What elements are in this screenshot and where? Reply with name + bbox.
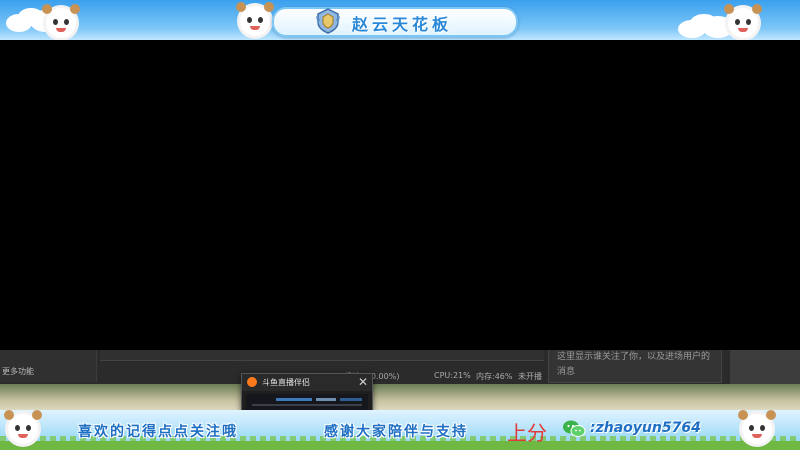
follow-notice-text: 这里显示谁关注了你，以及进场用户的消息 — [557, 352, 711, 377]
desktop-app-strip: 更多功能 这里显示谁关注了你，以及进场用户的消息 丢帧:0(0.00%) CPU… — [0, 350, 800, 412]
stream-preview-black — [0, 40, 800, 350]
stream-title-pill: 赵云天花板 — [272, 7, 518, 37]
left-panel: 更多功能 — [0, 350, 97, 382]
cpu-stat: CPU:21% — [434, 371, 471, 380]
stream-state-stat: 未开播 — [518, 372, 542, 381]
center-panel — [100, 350, 544, 361]
top-banner: 赵云天花板 — [0, 0, 800, 40]
douyu-logo-icon — [247, 377, 257, 387]
rank-up-text: 上分 — [507, 421, 547, 445]
message-panel: 这里显示谁关注了你，以及进场用户的消息 — [548, 350, 722, 383]
wechat-id: :zhaoyun5764 — [590, 420, 701, 436]
popup-title: 斗鱼直播伴侣 — [262, 378, 310, 387]
cloud-right — [690, 14, 718, 32]
sheep-mascot-left-icon — [42, 4, 80, 38]
memory-stat: 内存:46% — [476, 372, 513, 381]
wechat-icon — [563, 420, 586, 437]
douyu-companion-popup[interactable]: 斗鱼直播伴侣 ✕ — [241, 373, 373, 413]
sheep-mascot-bottom-left-icon — [4, 410, 42, 444]
sheep-mascot-right-icon — [724, 4, 762, 38]
bottom-banner: 喜欢的记得点点关注哦 感谢大家陪伴与支持 上分 :zhaoyun5764 — [0, 410, 800, 450]
cloud-left — [18, 8, 44, 26]
follow-reminder-text: 喜欢的记得点点关注哦 — [78, 424, 238, 440]
sheep-mascot-center-icon — [236, 2, 274, 36]
stream-title: 赵云天花板 — [352, 15, 453, 34]
more-features-link[interactable]: 更多功能 — [2, 366, 34, 377]
thanks-text: 感谢大家陪伴与支持 — [324, 424, 468, 440]
close-icon[interactable]: ✕ — [358, 375, 368, 389]
sheep-mascot-bottom-right-icon — [738, 410, 776, 444]
background-edge — [0, 384, 800, 412]
popup-thumbnail[interactable] — [246, 394, 368, 410]
popup-header: 斗鱼直播伴侣 ✕ — [242, 374, 372, 391]
rank-badge-icon — [316, 8, 340, 34]
